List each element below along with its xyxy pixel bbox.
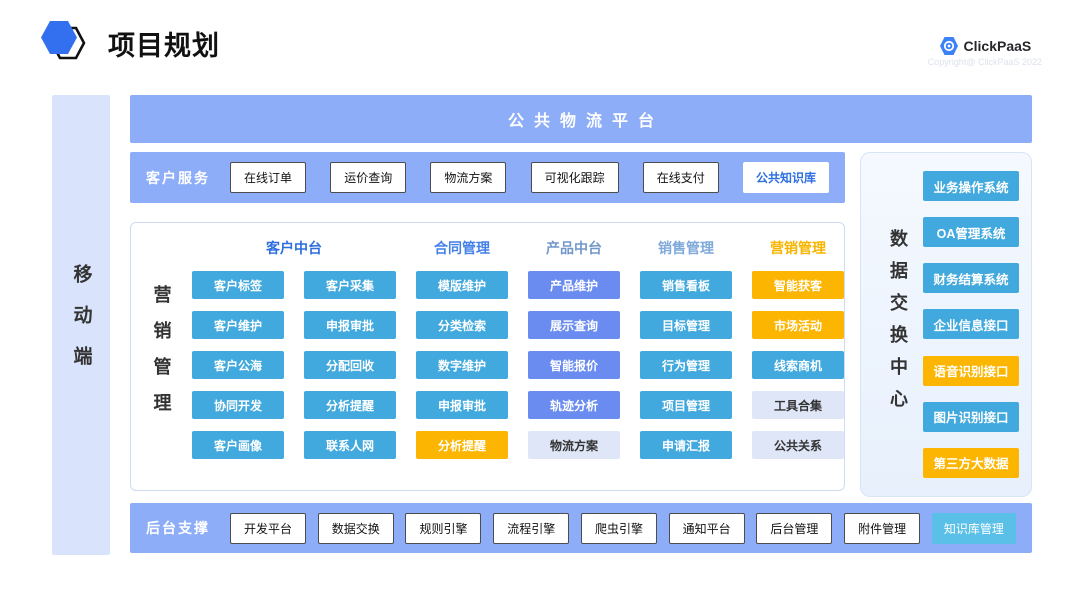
enterprise-info-api-button[interactable]: 企业信息接口 xyxy=(923,309,1019,339)
online-payment-button[interactable]: 在线支付 xyxy=(643,162,719,193)
public-knowledge-base-button[interactable]: 公共知识库 xyxy=(743,162,829,193)
marketing-side-label-wrap: 营销管理 xyxy=(131,223,192,490)
brand-name: ClickPaaS xyxy=(964,38,1032,55)
customer-service-bar: 客户服务 在线订单 运价查询 物流方案 可视化跟踪 在线支付 公共知识库 xyxy=(130,152,845,203)
grid-cell[interactable]: 模版维护 xyxy=(416,271,508,299)
grid-cell[interactable]: 项目管理 xyxy=(640,391,732,419)
grid-header-product-platform: 产品中台 xyxy=(528,235,620,261)
grid-cell[interactable]: 线索商机 xyxy=(752,351,844,379)
marketing-management-panel: 营销管理 客户中台 合同管理 产品中台 销售管理 营销管理 客户标签 客户采集 … xyxy=(130,222,845,491)
grid-cell[interactable]: 分析提醒 xyxy=(304,391,396,419)
grid-headers: 客户中台 合同管理 产品中台 销售管理 营销管理 xyxy=(192,235,844,261)
grid-cell[interactable]: 物流方案 xyxy=(528,431,620,459)
grid-cell[interactable]: 申请汇报 xyxy=(640,431,732,459)
grid-wrap: 客户中台 合同管理 产品中台 销售管理 营销管理 客户标签 客户采集 模版维护 … xyxy=(192,223,844,490)
data-exchange-button[interactable]: 数据交换 xyxy=(318,513,394,544)
online-order-button[interactable]: 在线订单 xyxy=(230,162,306,193)
backend-support-bar: 后台支撑 开发平台 数据交换 规则引擎 流程引擎 爬虫引擎 通知平台 后台管理 … xyxy=(130,503,1032,553)
grid-cell[interactable]: 智能获客 xyxy=(752,271,844,299)
speech-recognition-api-button[interactable]: 语音识别接口 xyxy=(923,356,1019,386)
grid-cell[interactable]: 数字维护 xyxy=(416,351,508,379)
business-operation-system-button[interactable]: 业务操作系统 xyxy=(923,171,1019,201)
grid-cell[interactable]: 联系人网 xyxy=(304,431,396,459)
process-engine-button[interactable]: 流程引擎 xyxy=(493,513,569,544)
grid-cell[interactable]: 展示查询 xyxy=(528,311,620,339)
page-title: 项目规划 xyxy=(108,24,220,63)
crawler-engine-button[interactable]: 爬虫引擎 xyxy=(581,513,657,544)
grid-cell[interactable]: 销售看板 xyxy=(640,271,732,299)
customer-service-label: 客户服务 xyxy=(146,168,210,188)
grid-cell[interactable]: 协同开发 xyxy=(192,391,284,419)
freight-query-button[interactable]: 运价查询 xyxy=(330,162,406,193)
grid-cell[interactable]: 分类检索 xyxy=(416,311,508,339)
third-party-bigdata-button[interactable]: 第三方大数据 xyxy=(923,448,1019,478)
grid-header-customer-platform: 客户中台 xyxy=(192,235,396,261)
dev-platform-button[interactable]: 开发平台 xyxy=(230,513,306,544)
data-exchange-label: 数据交换中心 xyxy=(885,229,911,421)
oa-management-system-button[interactable]: OA管理系统 xyxy=(923,217,1019,247)
data-exchange-buttons: 业务操作系统 OA管理系统 财务结算系统 企业信息接口 语音识别接口 图片识别接… xyxy=(923,171,1019,478)
financial-settlement-system-button[interactable]: 财务结算系统 xyxy=(923,263,1019,293)
grid-header-marketing-management: 营销管理 xyxy=(752,235,844,261)
top-banner: 公共物流平台 xyxy=(130,95,1032,143)
visual-tracking-button[interactable]: 可视化跟踪 xyxy=(531,162,619,193)
grid-cell[interactable]: 客户公海 xyxy=(192,351,284,379)
image-recognition-api-button[interactable]: 图片识别接口 xyxy=(923,402,1019,432)
customer-service-buttons: 在线订单 运价查询 物流方案 可视化跟踪 在线支付 公共知识库 xyxy=(230,162,829,193)
grid-cell[interactable]: 分配回收 xyxy=(304,351,396,379)
data-exchange-panel: 数据交换中心 业务操作系统 OA管理系统 财务结算系统 企业信息接口 语音识别接… xyxy=(860,152,1032,497)
grid-cells: 客户标签 客户采集 模版维护 产品维护 销售看板 智能获客 客户维护 申报审批 … xyxy=(192,271,844,459)
clickpaas-logo-icon xyxy=(939,36,959,56)
grid-cell[interactable]: 市场活动 xyxy=(752,311,844,339)
marketing-side-label: 营销管理 xyxy=(149,285,175,429)
grid-cell[interactable]: 目标管理 xyxy=(640,311,732,339)
grid-cell[interactable]: 工具合集 xyxy=(752,391,844,419)
mobile-side-bar: 移动端 xyxy=(52,95,110,555)
top-banner-label: 公共物流平台 xyxy=(498,107,664,131)
grid-cell[interactable]: 申报审批 xyxy=(416,391,508,419)
grid-cell[interactable]: 轨迹分析 xyxy=(528,391,620,419)
grid-cell[interactable]: 公共关系 xyxy=(752,431,844,459)
backend-management-button[interactable]: 后台管理 xyxy=(756,513,832,544)
grid-cell[interactable]: 产品维护 xyxy=(528,271,620,299)
backend-support-label: 后台支撑 xyxy=(146,518,210,538)
logistics-plan-button[interactable]: 物流方案 xyxy=(430,162,506,193)
grid-cell[interactable]: 客户画像 xyxy=(192,431,284,459)
grid-cell[interactable]: 分析提醒 xyxy=(416,431,508,459)
hexagon-logo-icon xyxy=(40,20,90,66)
grid-cell[interactable]: 行为管理 xyxy=(640,351,732,379)
grid-cell[interactable]: 申报审批 xyxy=(304,311,396,339)
mobile-side-bar-label: 移动端 xyxy=(68,264,95,387)
grid-header-contract-management: 合同管理 xyxy=(416,235,508,261)
brand-copyright: Copyright@ ClickPaaS 2022 xyxy=(928,57,1042,68)
backend-support-buttons: 开发平台 数据交换 规则引擎 流程引擎 爬虫引擎 通知平台 后台管理 附件管理 … xyxy=(230,513,1016,544)
data-exchange-label-wrap: 数据交换中心 xyxy=(873,171,923,478)
attachment-management-button[interactable]: 附件管理 xyxy=(844,513,920,544)
grid-cell[interactable]: 客户维护 xyxy=(192,311,284,339)
page-header: 项目规划 xyxy=(40,20,220,66)
grid-cell[interactable]: 客户采集 xyxy=(304,271,396,299)
knowledge-base-management-button[interactable]: 知识库管理 xyxy=(932,513,1016,544)
grid-cell[interactable]: 智能报价 xyxy=(528,351,620,379)
grid-header-sales-management: 销售管理 xyxy=(640,235,732,261)
rule-engine-button[interactable]: 规则引擎 xyxy=(405,513,481,544)
grid-cell[interactable]: 客户标签 xyxy=(192,271,284,299)
brand-block: ClickPaaS Copyright@ ClickPaaS 2022 xyxy=(928,36,1042,68)
notification-platform-button[interactable]: 通知平台 xyxy=(669,513,745,544)
